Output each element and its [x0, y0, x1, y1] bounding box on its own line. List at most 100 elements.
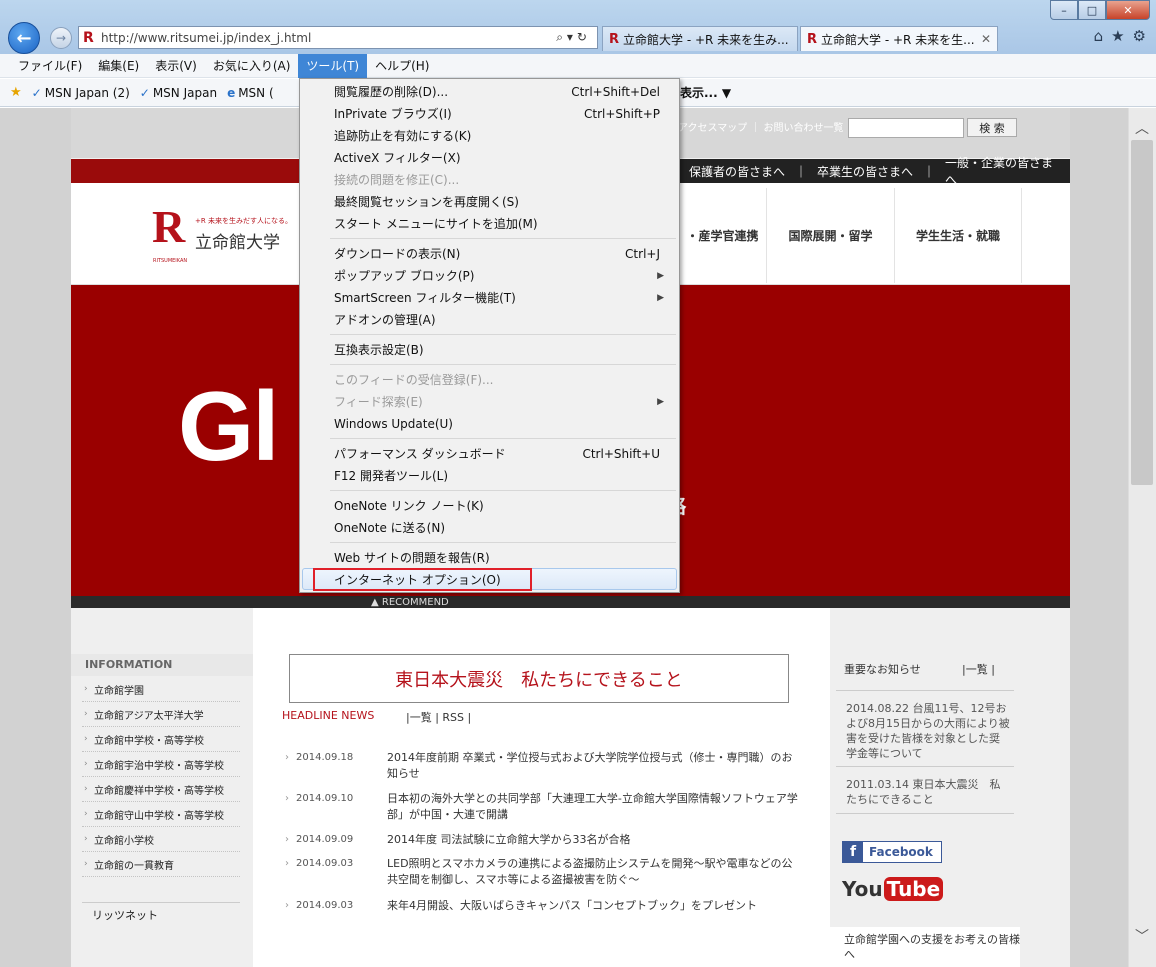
menu-send-to-onenote[interactable]: OneNote に送る(N): [334, 517, 674, 538]
menu-smartscreen[interactable]: SmartScreen フィルター機能(T) ▶: [334, 287, 674, 308]
tab-label: 立命館大学 - +R 未来を生...: [821, 32, 975, 47]
audience-sep: ｜: [795, 164, 808, 179]
news-link[interactable]: 日本初の海外大学との共同学部「大連理工大学-立命館大学国際情報ソフトウェア学部」…: [387, 791, 802, 823]
menu-activex-filter[interactable]: ActiveX フィルター(X): [334, 147, 674, 168]
menu-popup-blocker[interactable]: ポップアップ ブロック(P) ▶: [334, 265, 674, 286]
tab-2-active[interactable]: R 立命館大学 - +R 未来を生... ✕: [800, 26, 998, 51]
favorite-link-msn-ie[interactable]: e MSN (: [227, 86, 274, 100]
logo-name[interactable]: 立命館大学: [195, 228, 280, 253]
menu-compat-view[interactable]: 互換表示設定(B): [334, 339, 674, 360]
news-date: 2014.09.09: [285, 834, 353, 845]
menu-view-downloads[interactable]: ダウンロードの表示(N) Ctrl+J: [334, 243, 674, 264]
menu-inprivate[interactable]: InPrivate ブラウズ(I) Ctrl+Shift+P: [334, 103, 674, 124]
info-link[interactable]: 立命館慶祥中学校・高等学校: [82, 777, 240, 802]
menu-edit[interactable]: 編集(E): [90, 54, 147, 78]
scroll-up-icon[interactable]: ︿: [1128, 118, 1156, 138]
info-link[interactable]: 立命館宇治中学校・高等学校: [82, 752, 240, 777]
info-link[interactable]: 立命館中学校・高等学校: [82, 727, 240, 752]
audience-parents-link[interactable]: 保護者の皆さまへ: [684, 163, 790, 180]
menu-separator: [330, 238, 676, 239]
address-url[interactable]: http://www.ritsumei.jp/index_j.html: [101, 31, 556, 45]
recommend-bar[interactable]: ▲ RECOMMEND: [71, 596, 1070, 608]
tab-1[interactable]: R 立命館大学 - +R 未来を生み...: [602, 26, 798, 51]
nav-industry[interactable]: ・産学官連携: [678, 188, 766, 283]
audience-sep: ｜: [923, 164, 936, 179]
favorite-label: MSN Japan (2): [44, 85, 130, 100]
menu-file[interactable]: ファイル(F): [10, 54, 90, 78]
news-link[interactable]: 2014年度 司法試験に立命館大学から33名が合格: [387, 832, 802, 848]
site-utility-links[interactable]: アクセスマップ ｜ お問い合わせ一覧: [678, 119, 844, 134]
menu-f12-devtools[interactable]: F12 開発者ツール(L): [334, 465, 674, 486]
address-bar[interactable]: R http://www.ritsumei.jp/index_j.html ⌕▾…: [78, 26, 598, 49]
notice-list-link[interactable]: |一覧 |: [962, 661, 995, 677]
menu-separator: [330, 334, 676, 335]
menu-onenote-linked[interactable]: OneNote リンク ノート(K): [334, 495, 674, 516]
menu-performance-dashboard[interactable]: パフォーマンス ダッシュボード Ctrl+Shift+U: [334, 443, 674, 464]
menu-add-to-start[interactable]: スタート メニューにサイトを追加(M): [334, 213, 674, 234]
menu-bar: ファイル(F) 編集(E) 表示(V) お気に入り(A) ツール(T) ヘルプ(…: [0, 53, 1156, 78]
submenu-arrow-icon: ▶: [657, 292, 664, 303]
menu-favorites[interactable]: お気に入り(A): [205, 54, 299, 78]
menu-view[interactable]: 表示(V): [147, 54, 205, 78]
close-window-button[interactable]: ✕: [1106, 0, 1150, 20]
menu-label: 閲覧履歴の削除(D)...: [334, 85, 449, 99]
notice-item[interactable]: 2011.03.14 東日本大震災 私たちにできること: [836, 766, 1014, 814]
tab-favicon-icon: R: [609, 31, 620, 47]
menu-help[interactable]: ヘルプ(H): [367, 54, 437, 78]
menu-tracking-protection[interactable]: 追跡防止を有効にする(K): [334, 125, 674, 146]
rits-net-link[interactable]: リッツネット: [82, 902, 240, 927]
favorite-link-msn-2[interactable]: ✓ MSN Japan (2): [32, 86, 130, 100]
maximize-button[interactable]: □: [1078, 0, 1106, 20]
info-link[interactable]: 立命館守山中学校・高等学校: [82, 802, 240, 827]
window-controls: – □ ✕: [1050, 0, 1150, 20]
minimize-button[interactable]: –: [1050, 0, 1078, 20]
support-link[interactable]: 立命館学園への支援をお考えの皆様へ: [830, 927, 1020, 967]
site-search-button[interactable]: 検 索: [967, 118, 1017, 137]
menu-report-site-problem[interactable]: Web サイトの問題を報告(R): [334, 547, 674, 568]
close-icon[interactable]: ✕: [981, 32, 991, 46]
news-link[interactable]: 2014年度前期 卒業式・学位授与式および大学院学位授与式（修士・専門職）のお知…: [387, 750, 802, 782]
msn-icon: ✓: [139, 85, 150, 100]
news-link[interactable]: 来年4月開設、大阪いばらきキャンパス「コンセプトブック」をプレゼント: [387, 898, 802, 914]
notice-item[interactable]: 2014.08.22 台風11号、12号および8月15日からの大雨により被害を受…: [836, 690, 1014, 772]
submenu-arrow-icon: ▶: [657, 270, 664, 281]
home-icon[interactable]: ⌂: [1094, 27, 1104, 45]
menu-separator: [330, 542, 676, 543]
favorites-overflow[interactable]: 表示... ▼: [680, 84, 731, 101]
menu-delete-history[interactable]: 閲覧履歴の削除(D)... Ctrl+Shift+Del: [334, 81, 674, 102]
menu-subscribe-feed: このフィードの受信登録(F)...: [334, 373, 494, 387]
favorites-star-icon[interactable]: ★: [10, 85, 22, 100]
menu-tools[interactable]: ツール(T): [298, 53, 368, 78]
forward-button[interactable]: →: [50, 27, 72, 49]
ie-icon: e: [227, 85, 236, 100]
favorite-link-msn[interactable]: ✓ MSN Japan: [140, 86, 217, 100]
menu-label: ダウンロードの表示(N): [334, 247, 461, 261]
submenu-arrow-icon: ▶: [657, 396, 664, 407]
menu-shortcut: Ctrl+Shift+P: [584, 106, 660, 121]
headline-links[interactable]: |一覧 | RSS |: [406, 709, 471, 725]
info-link[interactable]: 立命館の一貫教育: [82, 852, 240, 877]
youtube-button[interactable]: You Tube: [842, 877, 944, 901]
info-link[interactable]: 立命館アジア太平洋大学: [82, 702, 240, 727]
menu-windows-update[interactable]: Windows Update(U): [334, 413, 674, 434]
menu-manage-addons[interactable]: アドオンの管理(A): [334, 309, 674, 330]
audience-alumni-link[interactable]: 卒業生の皆さまへ: [812, 163, 918, 180]
site-search-input[interactable]: [848, 118, 964, 138]
facebook-button[interactable]: f Facebook: [842, 841, 942, 863]
search-dropdown-refresh-icon[interactable]: ⌕▾↻: [556, 30, 597, 45]
nav-student-life[interactable]: 学生生活・就職: [894, 188, 1022, 283]
info-link[interactable]: 立命館学園: [82, 677, 240, 702]
gear-icon[interactable]: ⚙: [1133, 27, 1146, 45]
browser-toolbar-icons: ⌂ ★ ⚙: [1094, 27, 1146, 45]
earthquake-banner[interactable]: 東日本大震災 私たちにできること: [289, 654, 789, 703]
logo-slogan: +R 未来を生みだす人になる。: [195, 217, 292, 225]
scroll-thumb[interactable]: [1131, 140, 1153, 485]
star-icon[interactable]: ★: [1111, 27, 1124, 45]
info-link[interactable]: 立命館小学校: [82, 827, 240, 852]
menu-reopen-session[interactable]: 最終閲覧セッションを再度開く(S): [334, 191, 674, 212]
site-logo-r[interactable]: R: [152, 200, 185, 253]
back-button[interactable]: ←: [8, 22, 40, 54]
nav-international[interactable]: 国際展開・留学: [766, 188, 894, 283]
news-link[interactable]: LED照明とスマホカメラの連携による盗撮防止システムを開発～駅や電車などの公共空…: [387, 856, 802, 888]
scroll-down-icon[interactable]: ﹀: [1128, 926, 1156, 946]
